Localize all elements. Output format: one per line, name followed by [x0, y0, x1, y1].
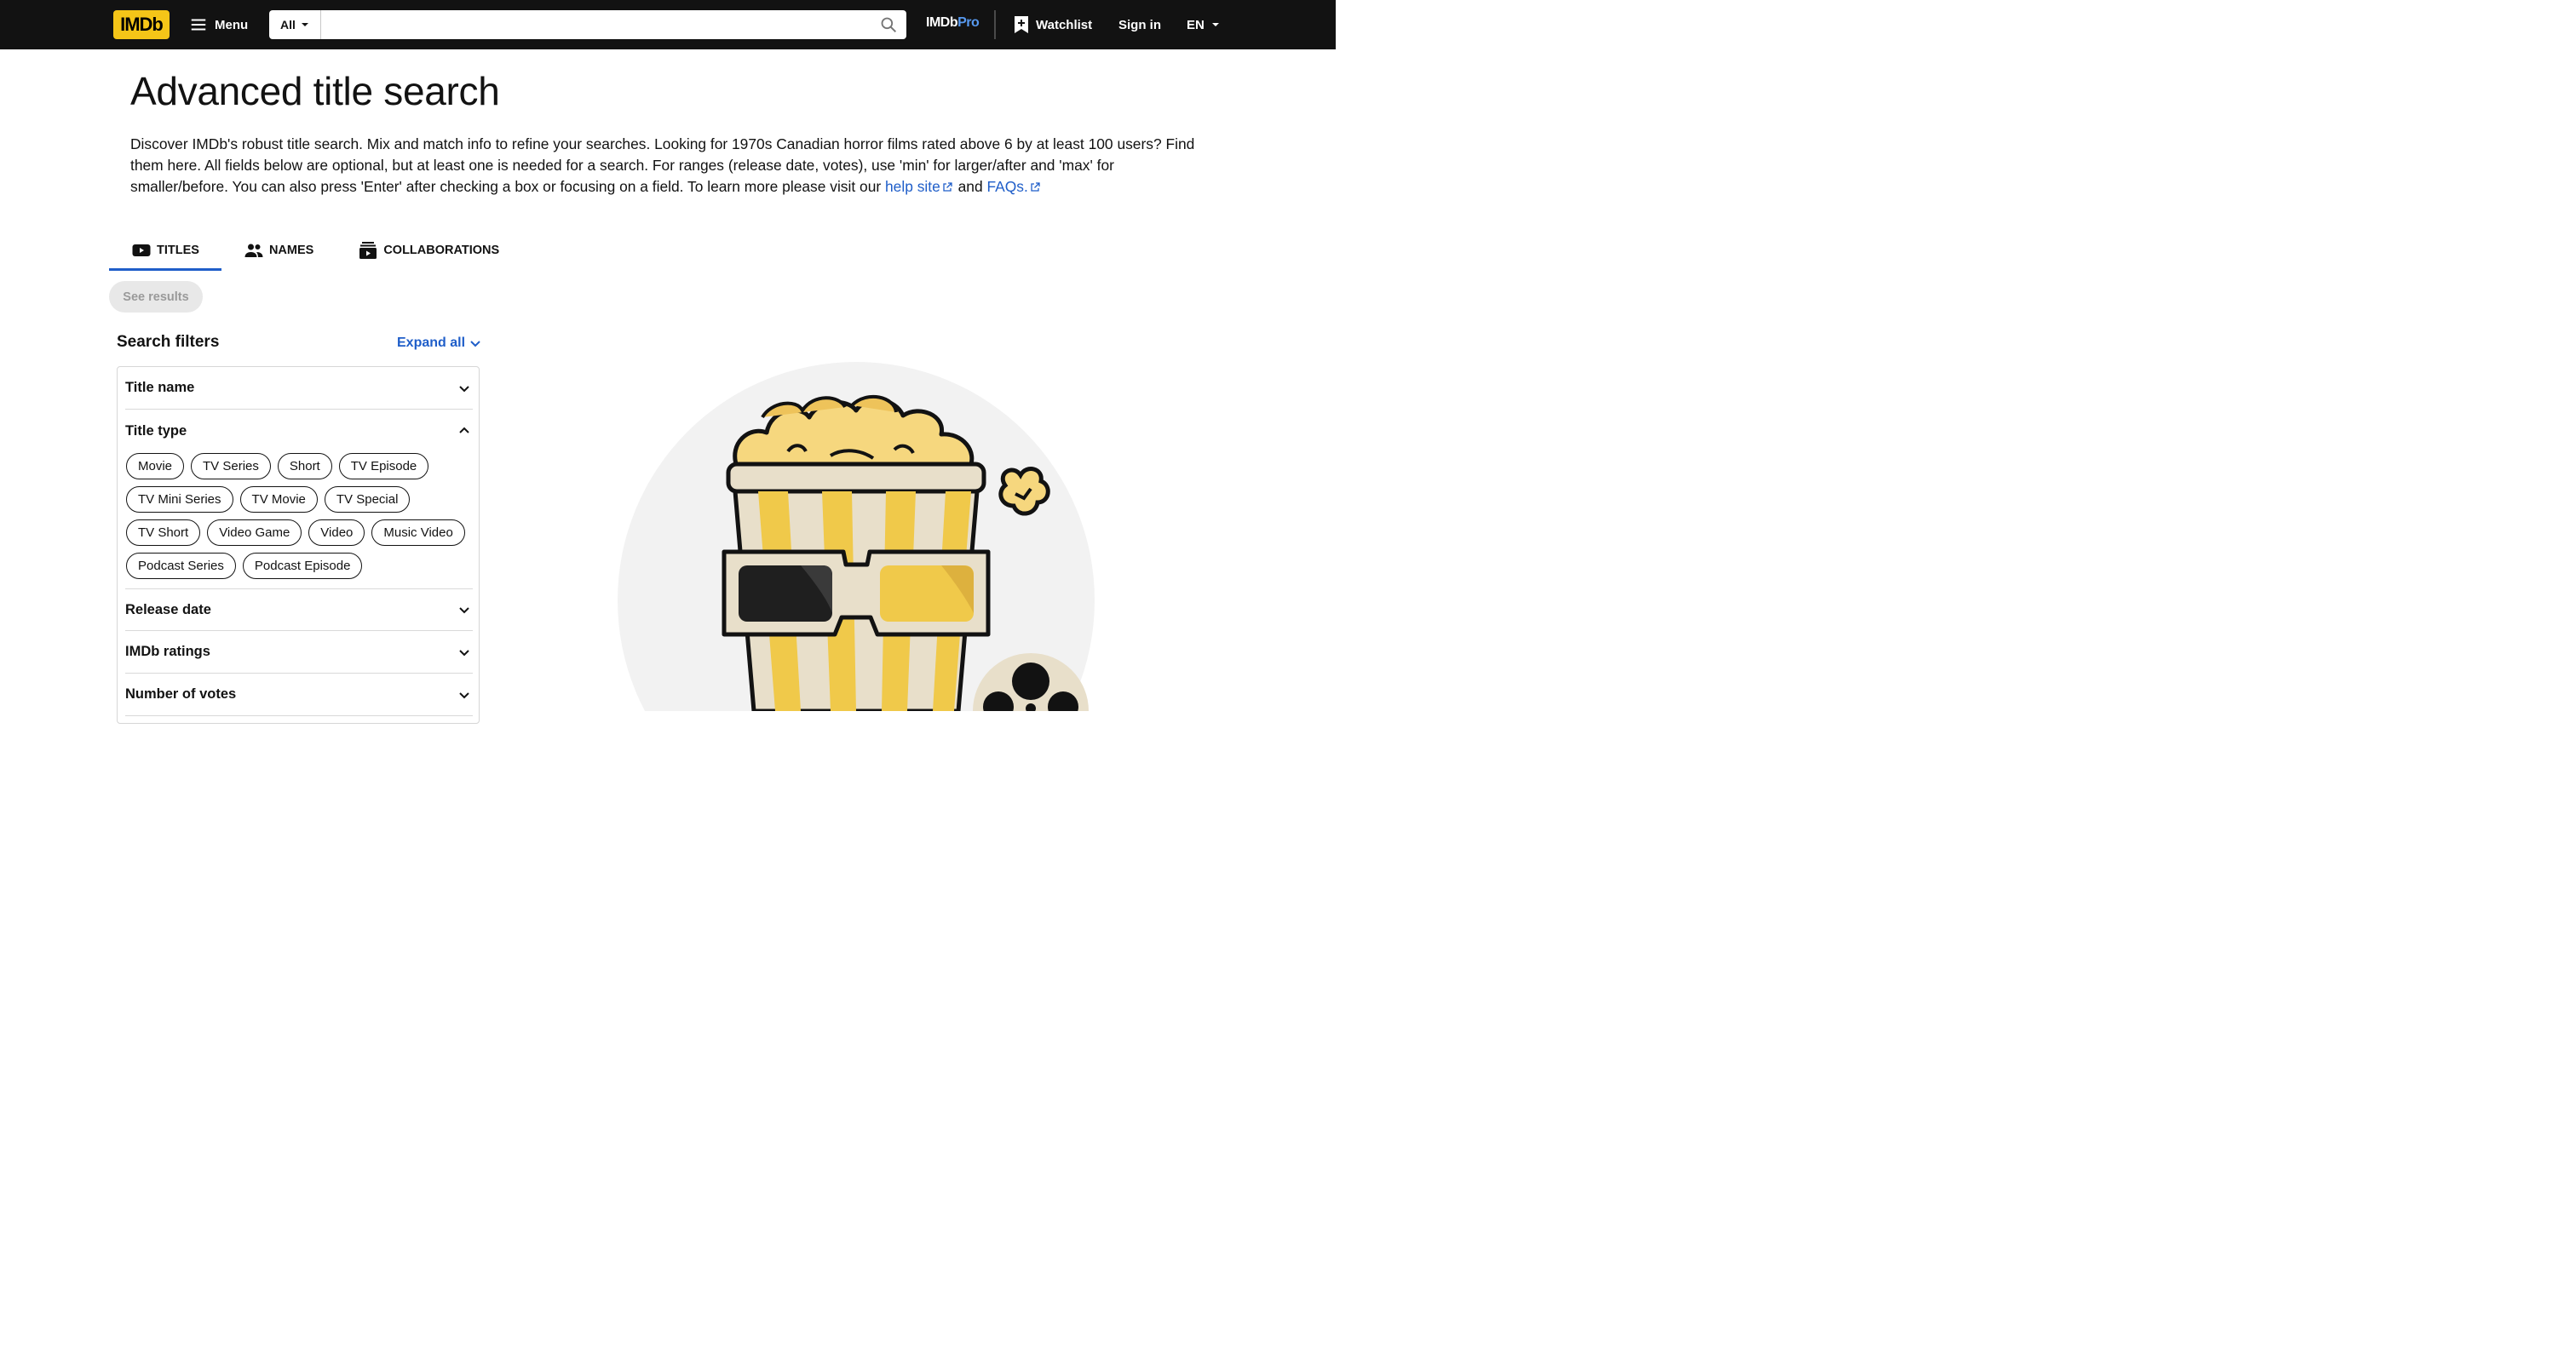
and-text: and: [957, 178, 983, 195]
chip-row: TV Short Video Game Video Music Video: [126, 519, 470, 546]
chevron-down-icon: [459, 649, 469, 656]
filter-section-label: Title type: [125, 422, 187, 439]
menu-button[interactable]: Menu: [189, 10, 248, 39]
faqs-link-label: FAQs.: [986, 178, 1028, 195]
search-category-label: All: [280, 18, 296, 32]
search-filters-heading: Search filters: [117, 333, 220, 351]
tab-names-label: NAMES: [268, 244, 314, 257]
external-link-icon: [1031, 182, 1040, 192]
popcorn-3d-glasses-illustration: [618, 362, 1095, 711]
intro-paragraph: Discover IMDb's robust title search. Mix…: [130, 134, 1204, 198]
filter-section-title-type[interactable]: Title type: [125, 410, 473, 452]
hamburger-icon: [191, 19, 206, 31]
search-icon: [881, 17, 897, 33]
nav-divider: [994, 10, 996, 39]
search-input[interactable]: [321, 10, 871, 39]
title-type-chip-music-video[interactable]: Music Video: [371, 519, 465, 546]
title-type-chip-short[interactable]: Short: [277, 453, 332, 479]
search-bar: All: [269, 10, 906, 39]
filter-section-label: IMDb ratings: [125, 644, 210, 659]
help-site-link-label: help site: [885, 178, 940, 195]
title-type-chip-podcast-series[interactable]: Podcast Series: [126, 553, 236, 579]
tab-collaborations-label: COLLABORATIONS: [383, 244, 500, 257]
expand-all-button[interactable]: Expand all: [397, 336, 482, 351]
title-type-chip-tv-short[interactable]: TV Short: [126, 519, 201, 546]
title-type-chip-tv-mini-series[interactable]: TV Mini Series: [126, 486, 233, 513]
filter-section-label: Number of votes: [125, 686, 237, 702]
menu-label: Menu: [215, 17, 249, 32]
imdbpro-main-text: IMDb: [926, 15, 958, 30]
language-label: EN: [1187, 17, 1205, 32]
chevron-down-icon: [459, 691, 469, 698]
title-type-chip-video[interactable]: Video: [308, 519, 365, 546]
top-navigation-bar: IMDb Menu All IMDbPro Watchlist Sign in …: [0, 0, 1336, 49]
chevron-up-icon: [459, 427, 469, 433]
filter-section-imdb-ratings[interactable]: IMDb ratings: [125, 631, 473, 674]
language-selector[interactable]: EN: [1187, 10, 1220, 39]
chevron-down-icon: [459, 385, 469, 392]
chevron-down-icon: [459, 607, 469, 614]
tab-names[interactable]: NAMES: [221, 230, 336, 271]
tab-titles[interactable]: TITLES: [109, 230, 221, 271]
imdb-logo[interactable]: IMDb: [113, 10, 170, 39]
expand-all-label: Expand all: [397, 336, 466, 350]
chip-row: Podcast Series Podcast Episode: [126, 553, 470, 579]
faqs-link[interactable]: FAQs.: [987, 178, 1042, 195]
filter-section-label: Release date: [125, 601, 211, 617]
watchlist-label: Watchlist: [1036, 17, 1093, 32]
search-submit-button[interactable]: [871, 10, 906, 39]
title-type-chip-tv-special[interactable]: TV Special: [324, 486, 411, 513]
help-site-link[interactable]: help site: [885, 178, 954, 195]
filter-section-label: Title name: [125, 380, 195, 395]
title-type-chips: Movie TV Series Short TV Episode TV Mini…: [126, 453, 470, 586]
filter-section-release-date[interactable]: Release date: [125, 588, 473, 631]
search-category-dropdown[interactable]: All: [269, 10, 321, 39]
title-type-chip-tv-episode[interactable]: TV Episode: [338, 453, 429, 479]
search-type-tabs: TITLES NAMES COLLABORATIONS: [109, 230, 521, 271]
imdbpro-link[interactable]: IMDbPro: [926, 15, 980, 34]
caret-down-icon: [301, 23, 308, 26]
imdbpro-suffix-text: Pro: [957, 15, 980, 30]
external-link-icon: [943, 182, 952, 192]
chip-row: TV Mini Series TV Movie TV Special: [126, 486, 470, 513]
filters-panel: Title name Title type Movie TV Series Sh…: [117, 366, 480, 724]
title-type-chip-movie[interactable]: Movie: [126, 453, 185, 479]
people-icon: [244, 244, 263, 257]
filter-section-number-of-votes[interactable]: Number of votes: [125, 674, 473, 716]
chip-row: Movie TV Series Short TV Episode: [126, 453, 470, 479]
sign-in-button[interactable]: Sign in: [1118, 10, 1161, 39]
watchlist-button[interactable]: Watchlist: [1014, 10, 1092, 39]
watchlist-add-icon: [1015, 16, 1028, 33]
title-type-chip-podcast-episode[interactable]: Podcast Episode: [242, 553, 363, 579]
see-results-button[interactable]: See results: [109, 281, 203, 313]
page-title: Advanced title search: [130, 69, 500, 113]
title-type-chip-tv-movie[interactable]: TV Movie: [239, 486, 318, 513]
title-type-chip-video-game[interactable]: Video Game: [207, 519, 302, 546]
tab-collaborations[interactable]: COLLABORATIONS: [336, 230, 521, 271]
title-type-chip-tv-series[interactable]: TV Series: [191, 453, 271, 479]
caret-down-icon: [1211, 23, 1219, 26]
filter-section-title-name[interactable]: Title name: [125, 367, 473, 410]
tab-titles-label: TITLES: [157, 244, 199, 257]
chevron-down-icon: [470, 341, 480, 347]
video-icon: [132, 244, 151, 256]
collaborations-icon: [359, 242, 377, 259]
